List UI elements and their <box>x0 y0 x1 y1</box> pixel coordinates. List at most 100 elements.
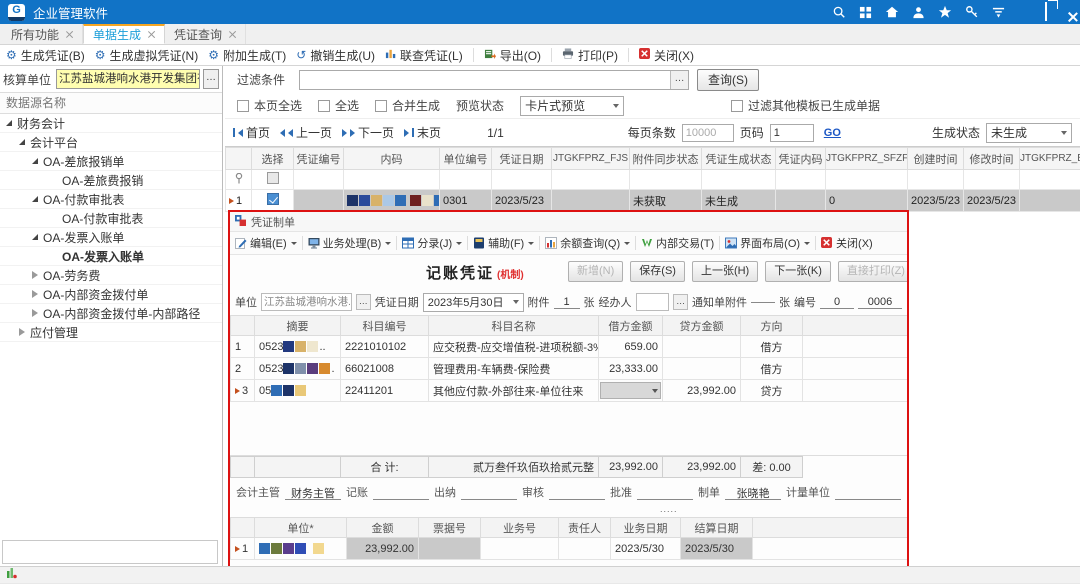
col-voucher-date[interactable]: 凭证日期 <box>492 148 552 170</box>
unit-input[interactable]: 江苏盐城港响水港... <box>261 293 352 311</box>
col-attach-status[interactable]: 附件同步状态 <box>630 148 702 170</box>
accounting-manager-value[interactable]: 财务主管 <box>285 485 341 500</box>
first-page-button[interactable]: 首页 <box>233 124 270 141</box>
measure-unit-value[interactable] <box>835 485 901 500</box>
tree-node-travel-claim[interactable]: OA-差旅报销单 <box>0 152 222 171</box>
star-icon[interactable] <box>938 5 952 19</box>
expanded-arrow-icon[interactable] <box>19 139 25 145</box>
voucher-assist-menu[interactable]: 辅助(F) <box>473 235 534 251</box>
approver-value[interactable] <box>637 485 693 500</box>
link-query-voucher-button[interactable]: 联查凭证(L) <box>385 47 463 64</box>
filter-checkbox[interactable] <box>267 172 279 184</box>
accounting-unit-lookup-button[interactable]: … <box>203 69 219 89</box>
user-icon[interactable] <box>912 6 925 19</box>
cell-business-no[interactable] <box>481 538 559 560</box>
page-number-input[interactable]: 1 <box>770 124 814 142</box>
table-row[interactable]: 1 0301 2023/5/23 未获取 未生成 0 2023/5/23 202… <box>226 190 1080 212</box>
entry-row-active[interactable]: 3 05 22411201 其他应付款-外部往来-单位往来 23,992.00 … <box>231 380 908 402</box>
bookkeeper-value[interactable] <box>373 485 429 500</box>
filter-condition-input[interactable]: … <box>299 70 689 90</box>
page-size-input[interactable]: 10000 <box>682 124 734 142</box>
direct-print-button[interactable]: 直接打印(Z) <box>838 261 909 282</box>
voucher-entry-menu[interactable]: 分录(J) <box>402 235 462 251</box>
col-created-time[interactable]: 创建时间 <box>908 148 964 170</box>
cell-direction[interactable]: 借方 <box>741 358 803 380</box>
col-voucher-no[interactable]: 凭证编号 <box>294 148 344 170</box>
tree-node-payment-approval-leaf[interactable]: OA-付款审批表 <box>0 209 222 228</box>
query-button[interactable]: 查询(S) <box>697 69 759 91</box>
col-generate-status[interactable]: 凭证生成状态 <box>702 148 776 170</box>
cashier-value[interactable] <box>461 485 517 500</box>
cell-account-code[interactable]: 2221010102 <box>341 336 429 358</box>
tree-node-accounting-platform[interactable]: 会计平台 <box>0 133 222 152</box>
detail-row[interactable]: 1 23,992.00 2023/5/30 2023/5/30 <box>231 538 908 560</box>
col-sfzf[interactable]: JTGKFPRZ_SFZF <box>826 148 908 170</box>
collapsed-arrow-icon[interactable] <box>32 309 38 317</box>
search-icon[interactable] <box>832 5 846 19</box>
expanded-arrow-icon[interactable] <box>32 158 38 164</box>
debit-cell-dropdown[interactable] <box>600 382 661 399</box>
voucher-business-menu[interactable]: 业务处理(B) <box>308 235 392 251</box>
col-fjs[interactable]: JTGKFPRZ_FJS <box>552 148 630 170</box>
col-by1[interactable]: JTGKFPRZ_BY1 <box>1020 148 1080 170</box>
filter-other-template-checkbox[interactable]: 过滤其他模板已生成单据 <box>731 97 880 114</box>
col-modified-time[interactable]: 修改时间 <box>964 148 1020 170</box>
cell-direction[interactable]: 贷方 <box>741 380 803 402</box>
save-voucher-button[interactable]: 保存(S) <box>630 261 685 282</box>
home-icon[interactable] <box>885 5 899 19</box>
add-voucher-button[interactable]: 新增(N) <box>568 261 623 282</box>
voucher-layout-menu[interactable]: 界面布局(O) <box>725 235 810 251</box>
generate-status-select[interactable]: 未生成 <box>986 123 1072 143</box>
cell-direction[interactable]: 借方 <box>741 336 803 358</box>
checkbox-icon[interactable] <box>318 100 330 112</box>
notice-count-input[interactable] <box>751 302 775 303</box>
entry-row[interactable]: 2 0523. 66021008 管理费用-车辆费-保险费 23,333.00 … <box>231 358 908 380</box>
cell-account-code[interactable]: 66021008 <box>341 358 429 380</box>
col-voucher-code[interactable]: 凭证内码 <box>776 148 826 170</box>
agent-input[interactable] <box>636 293 670 311</box>
agent-lookup-button[interactable]: … <box>673 294 688 310</box>
checkbox-icon[interactable] <box>237 100 249 112</box>
collapsed-arrow-icon[interactable] <box>19 328 25 336</box>
cell-business-date[interactable]: 2023/5/30 <box>611 538 681 560</box>
tab-voucher-query[interactable]: 凭证查询 <box>165 24 246 44</box>
print-button[interactable]: 打印(P) <box>562 47 618 64</box>
cell-unit[interactable] <box>255 538 347 560</box>
maker-value[interactable]: 张晓艳 <box>725 485 781 500</box>
cell-summary[interactable]: 0523. <box>255 358 341 380</box>
auditor-value[interactable] <box>549 485 605 500</box>
select-all-checkbox[interactable]: 全选 <box>318 97 359 114</box>
row-select-checkbox[interactable] <box>267 193 279 205</box>
apps-grid-icon[interactable] <box>859 6 872 19</box>
tree-node-internal-fund[interactable]: OA-内部资金拨付单 <box>0 285 222 304</box>
preview-status-select[interactable]: 卡片式预览 <box>520 96 624 116</box>
checkbox-icon[interactable] <box>731 100 743 112</box>
checkbox-icon[interactable] <box>375 100 387 112</box>
cell-amount[interactable]: 23,992.00 <box>347 538 419 560</box>
tree-node-invoice-entry[interactable]: OA-发票入账单 <box>0 228 222 247</box>
generate-virtual-voucher-button[interactable]: ⚙生成虚拟凭证(N) <box>95 47 198 64</box>
accounting-unit-input[interactable]: 江苏盐城港响水港开发集团有限公司 <box>56 69 200 89</box>
expanded-arrow-icon[interactable] <box>6 120 12 126</box>
undo-generate-button[interactable]: ↺撤销生成(U) <box>296 47 375 64</box>
expanded-arrow-icon[interactable] <box>32 196 38 202</box>
filter-lookup-button[interactable]: … <box>670 71 688 89</box>
voucher-close-button[interactable]: 关闭(X) <box>821 235 873 251</box>
append-generate-button[interactable]: ⚙附加生成(T) <box>208 47 286 64</box>
go-link[interactable]: GO <box>824 127 841 139</box>
cell-settle-date[interactable]: 2023/5/30 <box>681 538 753 560</box>
filter-pin-icon[interactable] <box>235 173 243 187</box>
tree-node-payment-approval[interactable]: OA-付款审批表 <box>0 190 222 209</box>
cell-account-name[interactable]: 应交税费-应交增值税-进项税额-3% <box>429 336 599 358</box>
cell-summary[interactable]: 05 <box>255 380 341 402</box>
cell-bill-no[interactable] <box>419 538 481 560</box>
tree-node-payable-mgmt[interactable]: 应付管理 <box>0 323 222 342</box>
tree-node-invoice-entry-leaf-selected[interactable]: OA-发票入账单 <box>0 247 222 266</box>
tree-node-finance[interactable]: 财务会计 <box>0 114 222 133</box>
collapsed-arrow-icon[interactable] <box>32 290 38 298</box>
voucher-date-select[interactable]: 2023年5月30日 <box>423 293 524 312</box>
tree-node-labor-fee[interactable]: OA-劳务费 <box>0 266 222 285</box>
cell-credit[interactable] <box>663 358 741 380</box>
col-internal-code[interactable]: 内码 <box>344 148 440 170</box>
prev-voucher-button[interactable]: 上一张(H) <box>692 261 758 282</box>
